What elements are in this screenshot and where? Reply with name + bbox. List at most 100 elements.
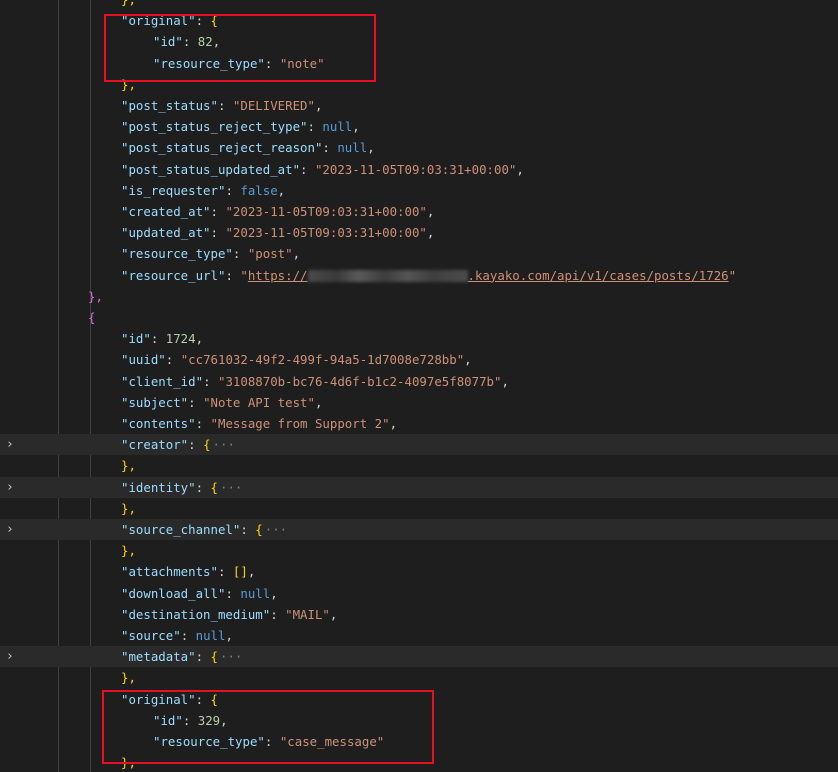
json-key: "id" [153,34,183,50]
json-key: "resource_type" [153,55,265,71]
token: : [217,98,233,113]
code-line: "post_status_reject_reason": null, [0,137,838,158]
code-text: "resource_type": "post", [121,243,300,264]
token: : [188,394,204,410]
code-line: "id": 82, [0,31,838,52]
code-line: "resource_type": "note" [0,53,838,74]
json-literal: null [240,585,271,601]
json-key: "post_status_reject_reason" [121,140,323,156]
code-text: "post_status_updated_at": "2023-11-05T09… [121,159,524,180]
token: : [225,182,241,198]
json-key: "destination_medium" [121,606,271,622]
json-string: "DELIVERED" [232,98,315,113]
json-string: "note" [279,55,325,71]
token: : [210,225,226,241]
token: , [314,98,323,113]
json-string: "cc761032-49f2-499f-94a5-1d7008e728bb" [180,352,465,368]
bracket: { [210,13,218,29]
token: , [329,606,338,622]
json-number: 329 [197,712,221,728]
json-key: "creator" [121,437,189,453]
token: : [150,331,166,347]
bracket: }, [121,458,136,474]
chevron-right-icon[interactable]: › [4,477,16,498]
code-line: }, [0,286,838,307]
folded-ellipsis[interactable]: ··· [220,480,242,495]
chevron-right-icon[interactable]: › [4,646,16,667]
token: : [307,119,323,135]
json-key: "post_status_reject_type" [121,119,308,135]
token: : [165,352,181,368]
bracket: { [210,649,218,665]
folded-ellipsis[interactable]: ··· [213,437,235,452]
token: : [225,267,241,283]
token: : [188,437,204,453]
code-line: "subject": "Note API test", [0,392,838,413]
bracket: { [203,437,211,453]
code-line: "post_status": "DELIVERED", [0,95,838,116]
code-line: "id": 329, [0,710,838,731]
code-line: }, [0,0,838,10]
code-line: "post_status_reject_type": null, [0,116,838,137]
json-string: " [240,267,248,283]
token: , [195,331,204,347]
code-line: "resource_type": "case_message" [0,731,838,752]
chevron-right-icon[interactable]: › [4,519,16,540]
code-line: }, [0,74,838,95]
token: , [314,394,323,410]
folded-code-line: › "source_channel": {··· [0,519,838,541]
code-text: "identity": {··· [121,477,242,498]
code-line: "updated_at": "2023-11-05T09:03:31+00:00… [0,222,838,243]
code-line: "attachments": [], [0,561,838,582]
bracket: }, [121,76,136,92]
json-string: "Message from Support 2" [210,416,390,431]
code-line: "source": null, [0,625,838,646]
json-key: "subject" [121,394,189,410]
url-link[interactable]: .kayako.com/api/v1/cases/posts/1726 [468,268,729,283]
token: : [232,246,248,262]
code-line: { [0,307,838,328]
code-text: "subject": "Note API test", [121,392,322,413]
code-line: }, [0,540,838,561]
json-key: "resource_url" [121,267,226,283]
token: , [270,585,278,601]
token: , [426,204,435,219]
code-line: "original": { [0,689,838,710]
json-key: "uuid" [121,352,166,368]
code-text: }, [121,540,136,561]
folded-ellipsis[interactable]: ··· [265,522,287,537]
token: , [212,34,221,50]
code-text: "post_status_reject_type": null, [121,116,360,137]
folded-code-line: › "creator": {··· [0,434,838,456]
url-link[interactable]: https:// [248,268,308,283]
code-text: "id": 1724, [121,328,203,349]
bracket: { [210,479,218,495]
json-key: "post_status_updated_at" [121,161,301,177]
bracket: }, [121,670,136,686]
folded-ellipsis[interactable]: ··· [220,649,242,664]
json-editor[interactable]: },"original": {"id": 82,"resource_type":… [0,0,838,772]
code-text: }, [121,667,136,688]
json-string: "Note API test" [203,394,315,410]
chevron-right-icon[interactable]: › [4,434,16,455]
json-key: "source" [121,628,181,643]
token: , [277,182,286,198]
token: , [516,161,524,177]
token: , [225,628,233,643]
json-string: "2023-11-05T09:03:31+00:00" [314,161,517,177]
code-line: "created_at": "2023-11-05T09:03:31+00:00… [0,201,838,222]
token: : [270,606,286,622]
token: : [182,34,198,50]
json-key: "updated_at" [121,225,211,241]
code-text: "metadata": {··· [121,646,242,667]
bracket: }, [121,755,136,771]
token: , [352,119,360,135]
code-text: "updated_at": "2023-11-05T09:03:31+00:00… [121,222,434,243]
code-text: }, [121,0,136,10]
token: : [203,373,218,389]
token: : [195,13,211,29]
code-text: "resource_type": "note" [153,53,325,74]
token: : [195,649,211,665]
code-text: }, [121,74,136,95]
json-number: 82 [197,34,213,50]
